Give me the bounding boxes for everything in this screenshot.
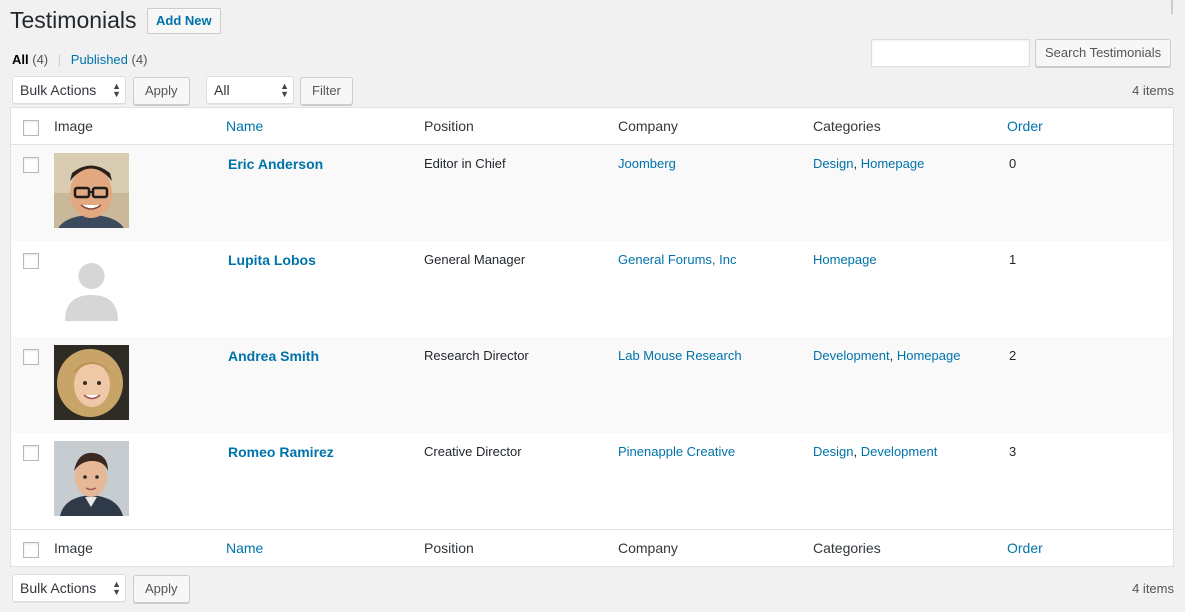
- bulk-actions-value: Bulk Actions: [20, 580, 97, 596]
- filter-separator: |: [57, 52, 62, 67]
- bulk-actions-value: Bulk Actions: [20, 82, 97, 98]
- column-categories: Categories: [813, 540, 881, 556]
- column-name-sort[interactable]: Name: [226, 108, 263, 145]
- avatar-photo[interactable]: [54, 441, 129, 516]
- column-position: Position: [424, 540, 474, 556]
- categories-cell: Homepage: [813, 251, 877, 269]
- filter-all-link[interactable]: All: [12, 52, 29, 67]
- table-header: Image Name Position Company Categories O…: [11, 108, 1173, 145]
- filter-button[interactable]: Filter: [300, 77, 353, 105]
- apply-button-top[interactable]: Apply: [133, 77, 190, 105]
- row-checkbox[interactable]: [23, 157, 39, 173]
- testimonial-name-link[interactable]: Lupita Lobos: [228, 251, 316, 269]
- column-categories: Categories: [813, 118, 881, 134]
- testimonial-name-link[interactable]: Andrea Smith: [228, 347, 319, 365]
- position-text: General Manager: [424, 252, 526, 267]
- select-arrows-icon: ▲ ▼: [112, 579, 121, 597]
- select-arrows-icon: ▲ ▼: [280, 81, 289, 99]
- apply-button-bottom[interactable]: Apply: [133, 575, 190, 603]
- company-link[interactable]: Pinenapple Creative: [618, 443, 735, 461]
- order-value: 1: [1009, 252, 1017, 267]
- column-position: Position: [424, 118, 474, 134]
- column-image: Image: [54, 540, 93, 556]
- category-separator: ,: [889, 348, 897, 363]
- table-footer: Image Name Position Company Categories O…: [11, 529, 1173, 566]
- category-link[interactable]: Design: [813, 444, 853, 459]
- testimonial-name-link[interactable]: Romeo Ramirez: [228, 443, 334, 461]
- filter-all-count: (4): [32, 52, 49, 67]
- category-separator: ,: [853, 444, 861, 459]
- company-link[interactable]: Joomberg: [618, 155, 676, 173]
- category-separator: ,: [853, 156, 861, 171]
- categories-cell: Design, Development: [813, 443, 937, 461]
- category-link[interactable]: Homepage: [861, 156, 925, 171]
- avatar-photo[interactable]: [54, 345, 129, 420]
- order-value: 0: [1009, 156, 1017, 171]
- items-count-top: 4 items: [1132, 83, 1174, 98]
- column-name-sort[interactable]: Name: [226, 530, 263, 567]
- column-order-sort[interactable]: Order: [1007, 530, 1043, 567]
- categories-cell: Development, Homepage: [813, 347, 960, 365]
- search-testimonials-button[interactable]: Search Testimonials: [1035, 39, 1172, 67]
- company-link[interactable]: General Forums, Inc: [618, 251, 737, 269]
- company-link[interactable]: Lab Mouse Research: [618, 347, 742, 365]
- column-company: Company: [618, 540, 678, 556]
- category-link[interactable]: Homepage: [897, 348, 961, 363]
- testimonials-table: Image Name Position Company Categories O…: [10, 107, 1174, 567]
- column-image: Image: [54, 118, 93, 134]
- position-text: Research Director: [424, 348, 529, 363]
- table-row: Andrea Smith Research Director Lab Mouse…: [11, 337, 1173, 433]
- row-checkbox[interactable]: [23, 253, 39, 269]
- select-all-checkbox-bottom[interactable]: [23, 542, 39, 558]
- filter-published-count: (4): [131, 52, 148, 67]
- select-all-checkbox[interactable]: [23, 120, 39, 136]
- date-filter-select[interactable]: All dates ▲▼: [206, 76, 294, 124]
- category-link[interactable]: Design: [813, 156, 853, 171]
- default-avatar-icon[interactable]: [54, 249, 129, 324]
- scrollbar[interactable]: [1171, 0, 1173, 14]
- category-link[interactable]: Homepage: [813, 252, 877, 267]
- table-row: Eric Anderson Editor in Chief Joomberg D…: [11, 145, 1173, 241]
- row-checkbox[interactable]: [23, 445, 39, 461]
- search-input[interactable]: [871, 39, 1030, 67]
- column-company: Company: [618, 118, 678, 134]
- testimonial-name-link[interactable]: Eric Anderson: [228, 155, 323, 173]
- bulk-actions-select-bottom[interactable]: Bulk Actions ▲ ▼: [12, 574, 126, 602]
- row-checkbox[interactable]: [23, 349, 39, 365]
- bulk-actions-select-top[interactable]: Bulk Actions ▲ ▼: [12, 76, 126, 104]
- items-count-bottom: 4 items: [1132, 581, 1174, 596]
- table-row: Lupita Lobos General Manager General For…: [11, 241, 1173, 337]
- avatar-photo[interactable]: [54, 153, 129, 228]
- table-row: Romeo Ramirez Creative Director Pinenapp…: [11, 433, 1173, 529]
- category-link[interactable]: Development: [813, 348, 890, 363]
- select-arrows-icon: ▲ ▼: [112, 81, 121, 99]
- filter-published-link[interactable]: Published: [71, 52, 128, 67]
- position-text: Creative Director: [424, 444, 522, 459]
- order-value: 2: [1009, 348, 1017, 363]
- order-value: 3: [1009, 444, 1017, 459]
- category-link[interactable]: Development: [861, 444, 938, 459]
- page-title: Testimonials: [10, 7, 137, 33]
- position-text: Editor in Chief: [424, 156, 506, 171]
- column-order-sort[interactable]: Order: [1007, 108, 1043, 145]
- categories-cell: Design, Homepage: [813, 155, 924, 173]
- add-new-button[interactable]: Add New: [147, 8, 221, 34]
- status-filter-links: All (4) | Published (4): [12, 52, 147, 68]
